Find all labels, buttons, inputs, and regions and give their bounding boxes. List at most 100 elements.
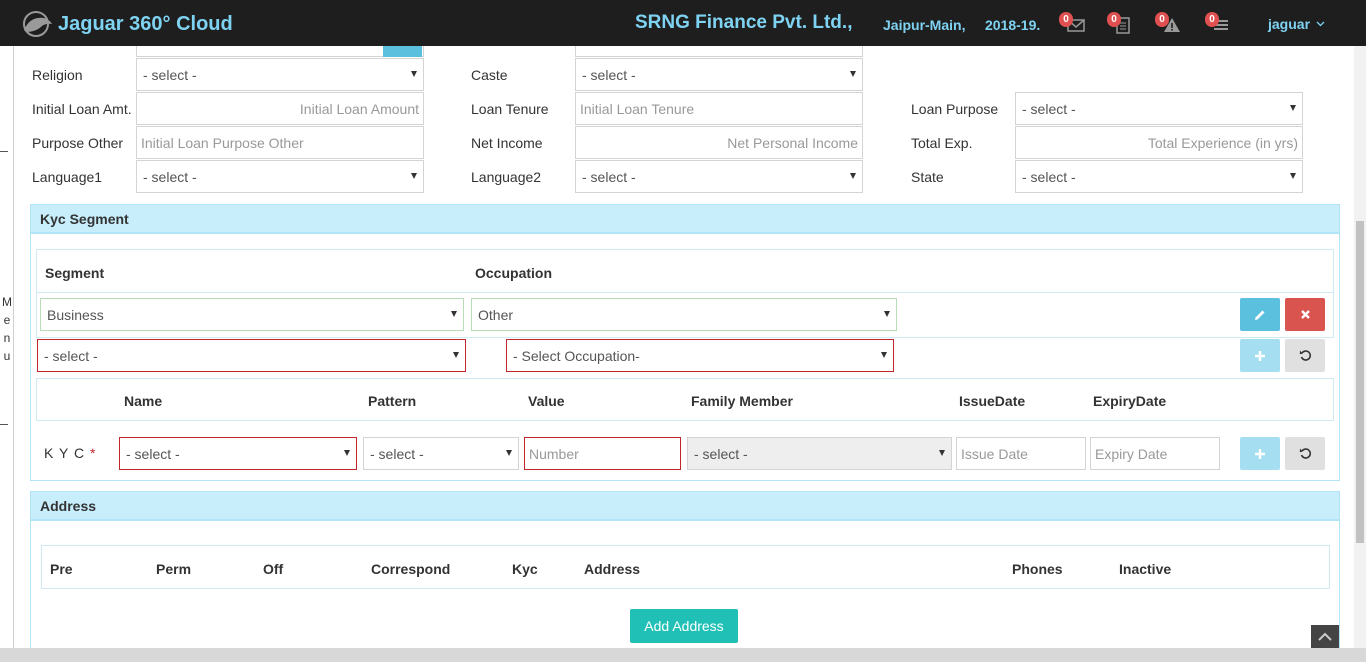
reset-segment-button[interactable] [1285,339,1325,372]
caret-down-icon [1290,105,1296,111]
placeholder: Expiry Date [1095,445,1168,462]
address-col-perm: Perm [156,561,192,577]
purpose-other-input[interactable]: Initial Loan Purpose Other [136,126,424,159]
kyc-family-member-select[interactable]: - select - [687,437,952,470]
initial-loan-amt-input[interactable]: Initial Loan Amount [136,92,424,125]
total-exp-input[interactable]: Total Experience (in yrs) [1015,126,1303,159]
caret-down-icon [850,71,856,77]
caret-down-icon [850,173,856,179]
new-segment-value: - select - [44,347,98,364]
chevron-up-icon [1318,632,1332,641]
address-header: Address [30,491,1340,520]
state-value: - select - [1022,168,1076,185]
state-select[interactable]: - select - [1015,160,1303,193]
kyc-segment-header: Kyc Segment [30,204,1340,233]
kyc-expiry-date-header: ExpiryDate [1093,393,1167,409]
purpose-other-label: Purpose Other [32,135,124,151]
language2-value: - select - [582,168,636,185]
kyc-pattern-value: - select - [370,445,424,462]
new-occupation-select[interactable]: - Select Occupation- [506,339,894,372]
address-col-pre: Pre [50,561,73,577]
placeholder: Total Experience (in yrs) [1147,134,1298,151]
panel-title: Kyc Segment [40,211,129,227]
caret-down-icon [344,450,350,456]
page-scrollbar[interactable] [1354,46,1366,648]
caret-down-icon [881,352,887,358]
caste-select[interactable]: - select - [575,58,863,91]
list-notification[interactable]: 0 [1205,12,1233,36]
undo-icon [1299,350,1311,361]
kyc-name-select[interactable]: - select - [119,437,357,470]
menu-letter: u [3,349,11,363]
warning-notification[interactable]: 0 [1155,12,1183,36]
language2-select[interactable]: - select - [575,160,863,193]
loan-purpose-select[interactable]: - select - [1015,92,1303,125]
initial-loan-amt-label: Initial Loan Amt. [32,101,132,117]
caret-down-icon [411,71,417,77]
kyc-issue-date-input[interactable]: Issue Date [956,437,1086,470]
caret-down-icon [453,352,459,358]
kyc-value-header: Value [528,393,565,409]
segment-row: Business Other [36,293,1334,338]
menu-label: M e n u [1,293,13,365]
caret-down-icon [939,450,945,456]
kyc-pattern-select[interactable]: - select - [363,437,519,470]
add-kyc-button[interactable] [1240,437,1280,470]
caret-down-icon [411,173,417,179]
address-table-header: Pre Perm Off Correspond Kyc Address Phon… [41,545,1330,589]
kyc-issue-date-header: IssueDate [959,393,1026,409]
segment-select[interactable]: Business [40,298,464,331]
placeholder: Initial Loan Purpose Other [141,134,304,151]
edit-button[interactable] [1240,298,1280,331]
occupation-select[interactable]: Other [471,298,897,331]
kyc-pattern-header: Pattern [368,393,417,409]
clipped-button[interactable] [383,46,422,57]
total-exp-label: Total Exp. [911,135,973,151]
caret-down-icon [506,450,512,456]
kyc-segment-body: Segment Occupation Business Other - sele… [30,233,1340,481]
kyc-header-row: Name Pattern Value Family Member IssueDa… [36,378,1334,421]
placeholder: Initial Loan Tenure [580,100,695,117]
clipped-field[interactable] [136,46,424,57]
net-income-label: Net Income [471,135,543,151]
address-col-address: Address [584,561,641,577]
loan-purpose-value: - select - [1022,100,1076,117]
clipped-field[interactable] [575,46,863,57]
segment-header: Segment [45,265,105,281]
kyc-row-label: K Y C * [44,445,96,461]
mail-notification[interactable]: 0 [1059,12,1087,36]
caret-down-icon [1290,173,1296,179]
placeholder: Issue Date [961,445,1028,462]
add-segment-button[interactable] [1240,339,1280,372]
net-income-input[interactable]: Net Personal Income [575,126,863,159]
language1-value: - select - [143,168,197,185]
language1-label: Language1 [32,169,103,185]
document-notification[interactable]: 0 [1107,12,1135,36]
kyc-value-input[interactable]: Number [524,437,681,470]
scroll-to-top-button[interactable] [1311,625,1339,648]
segment-header-row: Segment Occupation [36,249,1334,293]
add-address-button[interactable]: Add Address [630,609,738,643]
religion-select[interactable]: - select - [136,58,424,91]
language1-select[interactable]: - select - [136,160,424,193]
brand[interactable]: Jaguar 360° Cloud [18,10,233,38]
new-segment-select[interactable]: - select - [37,339,466,372]
reset-kyc-button[interactable] [1285,437,1325,470]
loan-tenure-input[interactable]: Initial Loan Tenure [575,92,863,125]
delete-button[interactable] [1285,298,1325,331]
panel-title: Address [40,498,97,514]
caste-label: Caste [471,67,508,83]
kyc-family-member-value: - select - [694,445,748,462]
kyc-name-value: - select - [126,445,180,462]
religion-label: Religion [32,67,83,83]
language2-label: Language2 [471,169,542,185]
side-menu-toggle[interactable]: M e n u [0,46,14,662]
bottom-scroll-strip [0,648,1366,662]
notification-count: 0 [1155,12,1169,27]
placeholder: Number [529,445,579,462]
scrollbar-thumb[interactable] [1356,221,1364,543]
kyc-expiry-date-input[interactable]: Expiry Date [1090,437,1220,470]
state-label: State [911,169,944,185]
user-menu[interactable]: jaguar [1268,16,1325,32]
company-name: SRNG Finance Pvt. Ltd., [635,12,853,33]
